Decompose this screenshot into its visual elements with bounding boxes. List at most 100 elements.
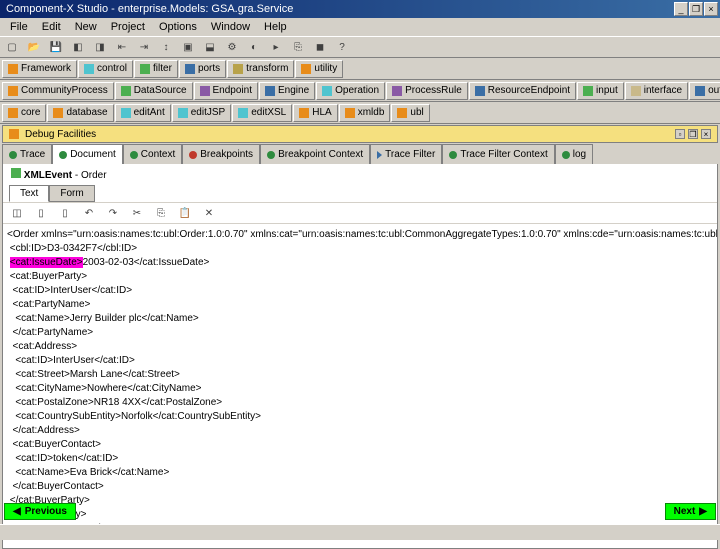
tool-icon[interactable]: ⇤ (114, 39, 130, 55)
tool-icon[interactable]: ⎘ (290, 39, 306, 55)
panel-toolbar: ◫ ▯ ▯ ↶ ↷ ✂ ⎘ 📋 ✕ (3, 202, 717, 224)
debug-tab-trace[interactable]: Trace (2, 144, 52, 164)
tool-icon[interactable]: ▸ (268, 39, 284, 55)
tool-icon[interactable]: ⬓ (202, 39, 218, 55)
debug-tab-document[interactable]: Document (52, 144, 123, 164)
doc-name: Order (81, 170, 107, 181)
menu-edit[interactable]: Edit (36, 20, 67, 34)
palette-tab-control[interactable]: control (78, 60, 133, 78)
previous-button[interactable]: ◀ Previous (4, 503, 76, 520)
palette-tab-output[interactable]: output (689, 82, 720, 100)
tool-icon[interactable]: ⇥ (136, 39, 152, 55)
tab-label: ResourceEndpoint (488, 85, 570, 96)
xml-line: <cat:BuyerContact> (7, 438, 713, 452)
debug-tab-breakpoint-context[interactable]: Breakpoint Context (260, 144, 370, 164)
tab-label: Trace Filter Context (460, 149, 547, 160)
category-icon (397, 108, 407, 118)
xml-line: <cat:Street>Marsh Lane</cat:Street> (7, 368, 713, 382)
window-title: Component-X Studio - enterprise.Models: … (2, 3, 673, 15)
palette-tab-core[interactable]: core (2, 104, 46, 122)
debug-tabs: TraceDocumentContext Breakpoints Breakpoin… (0, 144, 720, 164)
palette-tab-hla[interactable]: HLA (293, 104, 337, 122)
redo-icon[interactable]: ↷ (105, 205, 121, 221)
tab-label: ProcessRule (405, 85, 462, 96)
palette-tab-datasource[interactable]: DataSource (115, 82, 193, 100)
debug-tab-trace-filter[interactable]: Trace Filter (370, 144, 442, 164)
menu-help[interactable]: Help (258, 20, 293, 34)
tool-icon[interactable]: ↕ (158, 39, 174, 55)
delete-icon[interactable]: ✕ (201, 205, 217, 221)
palette-tab-xmldb[interactable]: xmldb (339, 104, 391, 122)
debug-tab-trace-filter-context[interactable]: Trace Filter Context (442, 144, 554, 164)
palette-tab-endpoint[interactable]: Endpoint (194, 82, 258, 100)
tool-icon[interactable]: ▯ (57, 205, 73, 221)
category-icon (8, 86, 18, 96)
doc-type: XMLEvent (24, 170, 72, 181)
copy-icon[interactable]: ⎘ (153, 205, 169, 221)
xml-line: <cat:IssueDate>2003-02-03</cat:IssueDate… (7, 256, 713, 270)
menu-window[interactable]: Window (205, 20, 256, 34)
menu-options[interactable]: Options (153, 20, 203, 34)
palette-tab-utility[interactable]: utility (295, 60, 343, 78)
category-icon (301, 64, 311, 74)
save-icon[interactable]: 💾 (48, 39, 64, 55)
tool-icon[interactable]: ◧ (70, 39, 86, 55)
menu-file[interactable]: File (4, 20, 34, 34)
tool-icon[interactable]: ◨ (92, 39, 108, 55)
palette-tab-resourceendpoint[interactable]: ResourceEndpoint (469, 82, 576, 100)
minimize-button[interactable]: _ (674, 2, 688, 16)
tab-dot-icon (267, 151, 275, 159)
panel-btn[interactable]: ❐ (688, 129, 698, 139)
palette-tab-processrule[interactable]: ProcessRule (386, 82, 468, 100)
tool-icon[interactable]: ▣ (180, 39, 196, 55)
panel-controls: ▫ ❐ × (675, 129, 711, 139)
palette-tab-input[interactable]: input (577, 82, 624, 100)
help-icon[interactable]: ? (334, 39, 350, 55)
palette-tab-engine[interactable]: Engine (259, 82, 315, 100)
xml-source[interactable]: <Order xmlns="urn:oasis:names:tc:ubl:Ord… (3, 224, 717, 548)
gear-icon[interactable]: ⚙ (224, 39, 240, 55)
menu-new[interactable]: New (69, 20, 103, 34)
xml-line: <cat:ID>InterUser</cat:ID> (7, 284, 713, 298)
subtab-form[interactable]: Form (49, 185, 94, 202)
cut-icon[interactable]: ✂ (129, 205, 145, 221)
palette-tab-editant[interactable]: editAnt (115, 104, 171, 122)
menu-project[interactable]: Project (105, 20, 151, 34)
category-icon (8, 108, 18, 118)
palette-tab-editxsl[interactable]: editXSL (232, 104, 292, 122)
palette-tab-interface[interactable]: interface (625, 82, 688, 100)
debug-banner: Debug Facilities ▫ ❐ × (2, 125, 718, 143)
debug-tab-breakpoints[interactable]: Breakpoints (182, 144, 260, 164)
tool-icon[interactable]: ◫ (9, 205, 25, 221)
palette-tab-framework[interactable]: Framework (2, 60, 77, 78)
main-toolbar: ▢ 📂 💾 ◧ ◨ ⇤ ⇥ ↕ ▣ ⬓ ⚙ ◐ ▸ ⎘ ◼ ? (0, 36, 720, 58)
panel-close-icon[interactable]: × (701, 129, 711, 139)
palette-tab-operation[interactable]: Operation (316, 82, 385, 100)
palette-tab-filter[interactable]: filter (134, 60, 178, 78)
palette-tab-database[interactable]: database (47, 104, 113, 122)
highlighted-tag: <cat:IssueDate> (10, 257, 83, 268)
next-button[interactable]: Next ▶ (665, 503, 716, 520)
close-button[interactable]: × (704, 2, 718, 16)
tab-label: ports (198, 63, 220, 74)
panel-btn[interactable]: ▫ (675, 129, 685, 139)
tab-label: Breakpoints (200, 149, 253, 160)
paste-icon[interactable]: 📋 (177, 205, 193, 221)
open-icon[interactable]: 📂 (26, 39, 42, 55)
palette-tab-transform[interactable]: transform (227, 60, 294, 78)
new-icon[interactable]: ▢ (4, 39, 20, 55)
palette-tab-editjsp[interactable]: editJSP (172, 104, 231, 122)
palette-tab-communityprocess[interactable]: CommunityProcess (2, 82, 114, 100)
stop-icon[interactable]: ◼ (312, 39, 328, 55)
maximize-button[interactable]: ❐ (689, 2, 703, 16)
palette-tab-ubl[interactable]: ubl (391, 104, 429, 122)
tool-icon[interactable]: ▯ (33, 205, 49, 221)
tab-label: HLA (312, 107, 331, 118)
subtab-text[interactable]: Text (9, 185, 49, 202)
category-icon (185, 64, 195, 74)
undo-icon[interactable]: ↶ (81, 205, 97, 221)
tool-icon[interactable]: ◐ (246, 39, 262, 55)
debug-tab-context[interactable]: Context (123, 144, 182, 164)
palette-tab-ports[interactable]: ports (179, 60, 226, 78)
debug-tab-log[interactable]: log (555, 144, 593, 164)
